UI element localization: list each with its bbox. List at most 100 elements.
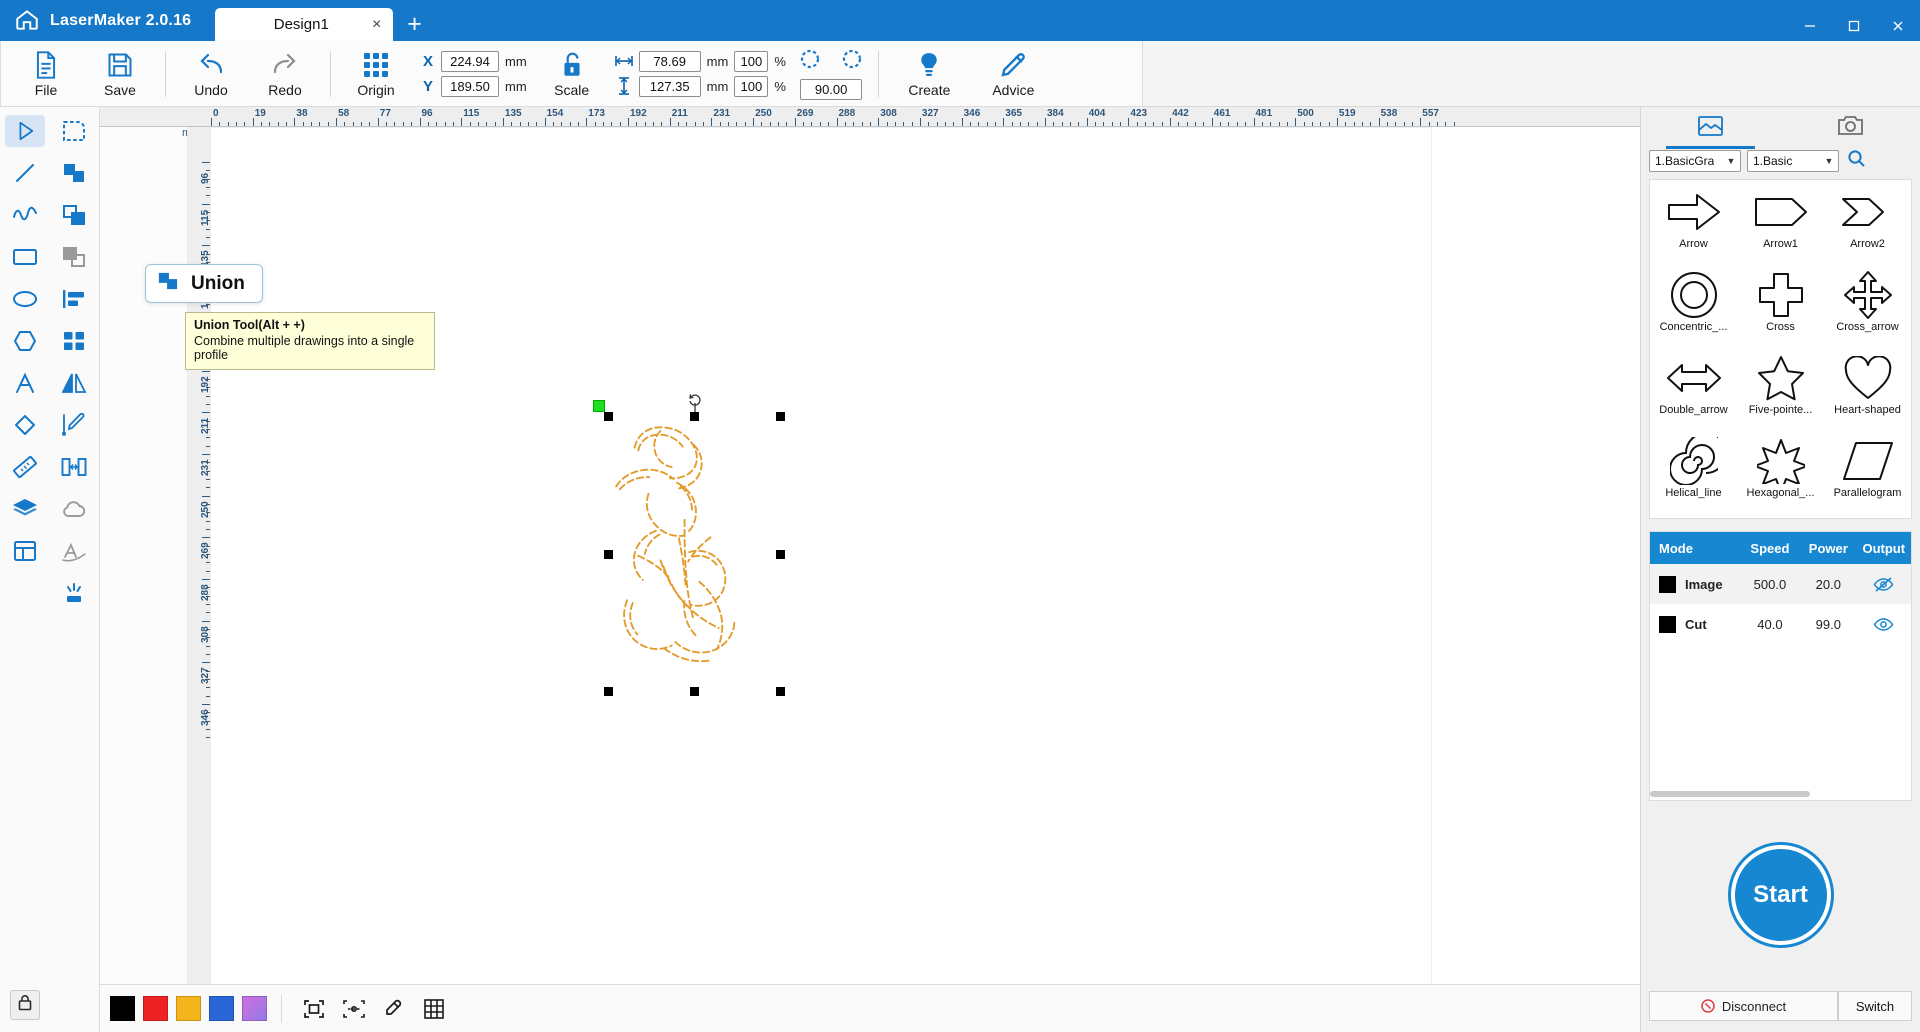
distribute-tool[interactable]	[54, 325, 94, 357]
selection-handle-br[interactable]	[776, 687, 785, 696]
origin-button[interactable]: Origin	[339, 41, 413, 106]
tab-camera[interactable]	[1781, 107, 1920, 149]
search-icon[interactable]	[1847, 149, 1866, 173]
create-button[interactable]: Create	[887, 41, 971, 106]
intersect-tool[interactable]	[54, 241, 94, 273]
canvas-area[interactable]: mm 0193858779611513515417319221123125026…	[100, 107, 1640, 1032]
scale-button[interactable]: Scale	[535, 41, 609, 106]
height-percent-input[interactable]: 100	[734, 75, 769, 97]
selection-handle-ml[interactable]	[604, 550, 613, 559]
y-input[interactable]: 189.50	[441, 75, 499, 97]
swatch-red[interactable]	[143, 996, 168, 1021]
height-input[interactable]: 127.35	[638, 75, 701, 97]
ellipse-tool[interactable]	[5, 283, 45, 315]
fit-frame-icon[interactable]	[294, 992, 334, 1026]
row-speed-cell[interactable]: 40.0	[1740, 617, 1800, 632]
row-speed-cell[interactable]: 500.0	[1740, 577, 1800, 592]
vertical-ruler[interactable]: 9611513515417319221123125026928830832734…	[187, 127, 211, 984]
switch-button[interactable]: Switch	[1838, 991, 1912, 1021]
tab-graphics-library[interactable]	[1641, 107, 1781, 149]
measure-tool[interactable]	[5, 451, 45, 483]
eye-visible-icon[interactable]	[1857, 616, 1911, 633]
engrave-tool[interactable]	[54, 577, 94, 609]
rotation-angle-input[interactable]: 90.00	[800, 79, 863, 100]
layers-tool[interactable]	[5, 493, 45, 525]
document-tab-design1[interactable]: Design1 ×	[215, 8, 394, 41]
layer-color-swatch[interactable]	[1659, 575, 1676, 593]
polygon-tool[interactable]	[5, 325, 45, 357]
text-path-tool[interactable]	[54, 535, 94, 567]
subtract-tool[interactable]	[54, 199, 94, 231]
shape-item-five-pointe[interactable]: Five-pointe...	[1737, 352, 1824, 429]
selection-handle-bc[interactable]	[690, 687, 699, 696]
x-input[interactable]: 224.94	[441, 50, 499, 72]
selection-handle-bl[interactable]	[604, 687, 613, 696]
row-power-cell[interactable]: 20.0	[1800, 577, 1856, 592]
select-tool[interactable]	[4, 115, 45, 147]
shape-item-cross[interactable]: Cross	[1737, 269, 1824, 346]
file-button[interactable]: File	[9, 41, 83, 106]
align-tool[interactable]	[54, 283, 94, 315]
close-icon[interactable]: ×	[372, 16, 381, 33]
cloud-tool[interactable]	[54, 493, 94, 525]
width-percent-input[interactable]: 100	[734, 50, 769, 72]
table-row[interactable]: Image 500.0 20.0	[1650, 564, 1911, 604]
layer-table-scrollbar[interactable]	[1650, 791, 1911, 797]
advice-button[interactable]: Advice	[971, 41, 1055, 106]
shape-item-helical-line[interactable]: Helical_line	[1650, 435, 1737, 512]
curve-tool[interactable]	[5, 199, 45, 231]
rotate-counterclockwise-icon[interactable]	[798, 47, 826, 76]
rose-drawing[interactable]	[605, 410, 790, 698]
selection-handle-mr[interactable]	[776, 550, 785, 559]
rotate-clockwise-icon[interactable]	[840, 47, 864, 76]
subcategory-select[interactable]: 1.Basic ▼	[1747, 150, 1839, 172]
layer-color-swatch[interactable]	[1659, 615, 1676, 633]
shape-item-cross-arrow[interactable]: Cross_arrow	[1824, 269, 1911, 346]
home-icon[interactable]	[14, 7, 40, 33]
swatch-black[interactable]	[110, 996, 135, 1021]
width-input[interactable]: 78.69	[638, 50, 701, 72]
node-edit-tool[interactable]	[54, 409, 94, 441]
fit-tool[interactable]	[54, 451, 94, 483]
selection-handle-tc[interactable]	[690, 412, 699, 421]
eyedropper-icon[interactable]	[374, 992, 414, 1026]
maximize-icon[interactable]	[1832, 11, 1876, 41]
shape-item-arrow[interactable]: Arrow	[1650, 186, 1737, 263]
selection-handle-tl[interactable]	[604, 412, 613, 421]
row-power-cell[interactable]: 99.0	[1800, 617, 1856, 632]
mirror-tool[interactable]	[54, 367, 94, 399]
union-tool[interactable]	[54, 157, 94, 189]
minimize-icon[interactable]	[1788, 11, 1832, 41]
start-button[interactable]: Start	[1730, 844, 1831, 945]
disconnect-button[interactable]: Disconnect	[1649, 991, 1838, 1021]
shape-library-grid[interactable]: Arrow Arrow1 Arrow2 Concentric_... Cross Cros…	[1649, 179, 1912, 519]
text-tool[interactable]	[5, 367, 45, 399]
add-tab-button[interactable]: +	[407, 12, 422, 37]
eye-hidden-icon[interactable]	[1857, 576, 1911, 593]
shape-item-arrow1[interactable]: Arrow1	[1737, 186, 1824, 263]
fit-selection-icon[interactable]	[334, 992, 374, 1026]
swatch-blue[interactable]	[209, 996, 234, 1021]
green-origin-handle[interactable]	[593, 400, 605, 412]
shape-item-concentric[interactable]: Concentric_...	[1650, 269, 1737, 346]
selection-handle-tr[interactable]	[776, 412, 785, 421]
save-button[interactable]: Save	[83, 41, 157, 106]
undo-button[interactable]: Undo	[174, 41, 248, 106]
category-select[interactable]: 1.BasicGra ▼	[1649, 150, 1741, 172]
shape-item-arrow2[interactable]: Arrow2	[1824, 186, 1911, 263]
shape-item-heart-shaped[interactable]: Heart-shaped	[1824, 352, 1911, 429]
swatch-yellow[interactable]	[176, 996, 201, 1021]
swatch-gradient[interactable]	[242, 996, 267, 1021]
layout-tool[interactable]	[5, 535, 45, 567]
shape-item-parallelogram[interactable]: Parallelogram	[1824, 435, 1911, 512]
shape-item-hexagonal[interactable]: Hexagonal_...	[1737, 435, 1824, 512]
shape-item-double-arrow[interactable]: Double_arrow	[1650, 352, 1737, 429]
line-tool[interactable]	[5, 157, 45, 189]
rectangle-tool[interactable]	[5, 241, 45, 273]
close-icon[interactable]	[1876, 11, 1920, 41]
table-row[interactable]: Cut 40.0 99.0	[1650, 604, 1911, 644]
redo-button[interactable]: Redo	[248, 41, 322, 106]
eraser-tool[interactable]	[5, 409, 45, 441]
horizontal-ruler[interactable]: 0 19 38 58 77 96 115 135 154 173 192 211 231 250 269 28…	[100, 107, 1640, 127]
lock-canvas-button[interactable]	[10, 990, 40, 1020]
